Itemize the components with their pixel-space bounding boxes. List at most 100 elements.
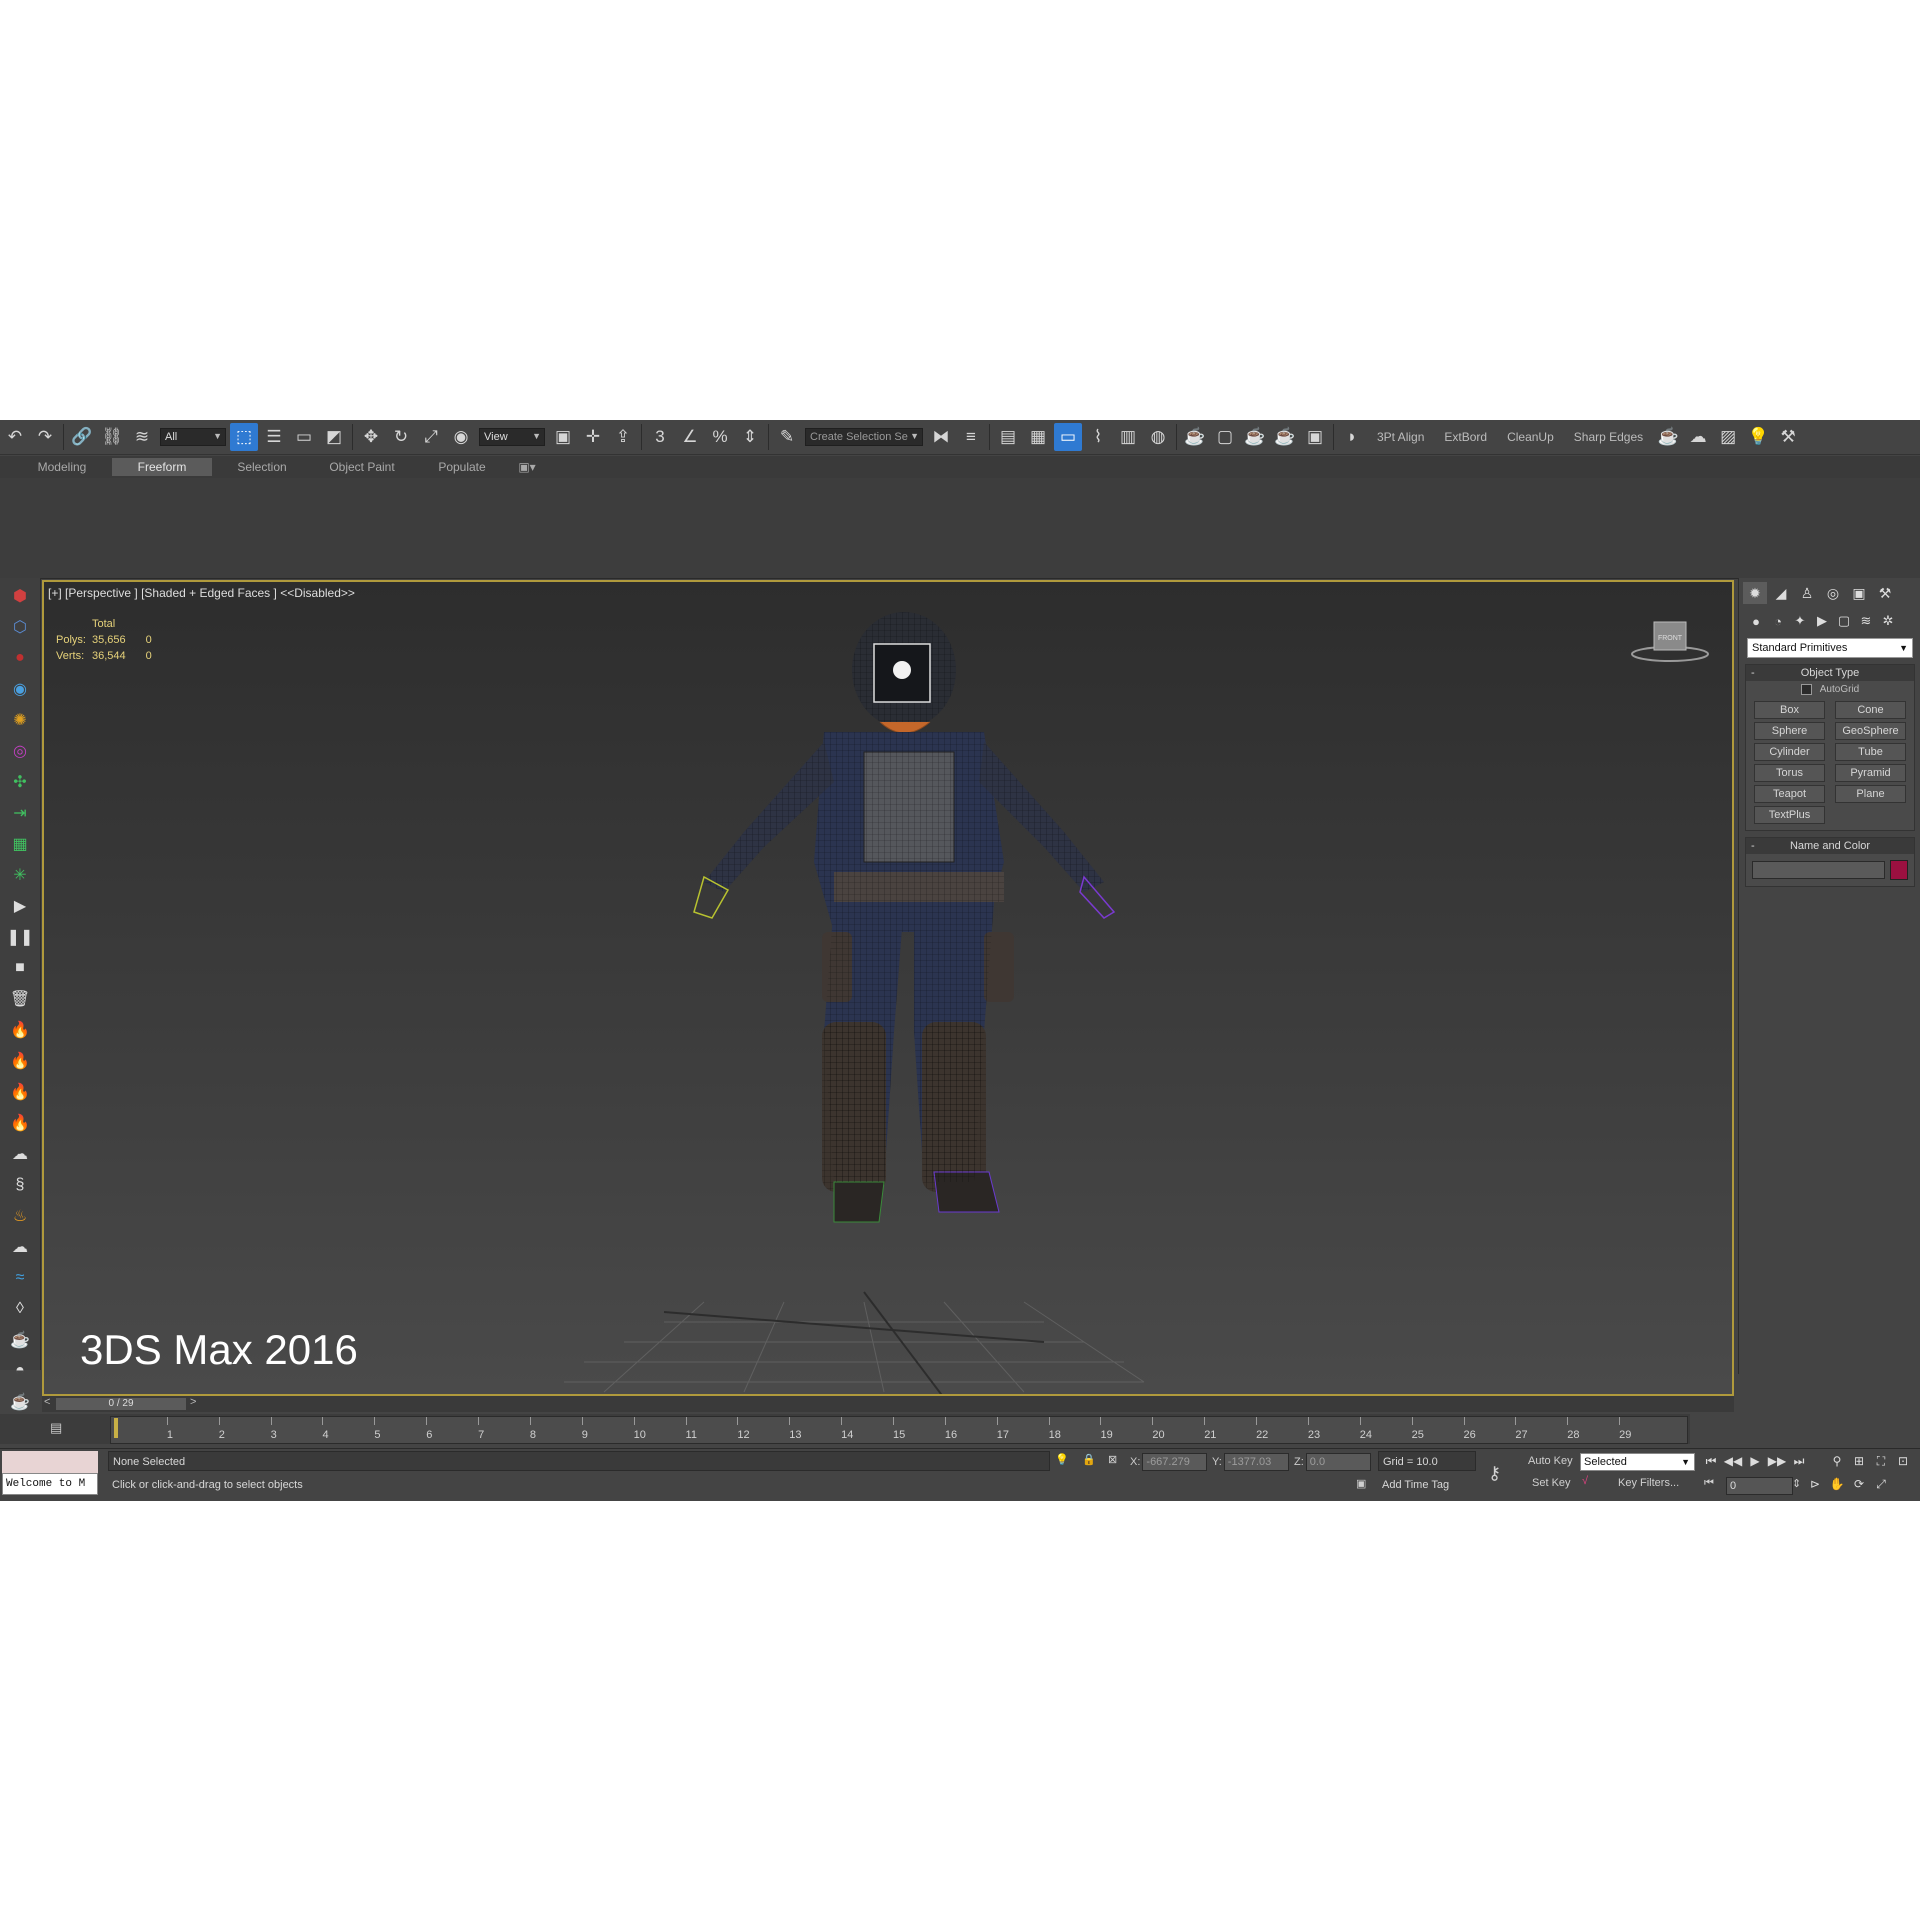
tab-selection[interactable]: Selection	[212, 458, 312, 476]
object-color-swatch[interactable]	[1890, 860, 1908, 880]
material-editor-icon[interactable]: ◍	[1144, 423, 1172, 451]
next-frame-icon[interactable]: ▶▶	[1766, 1450, 1788, 1472]
angle-snap-icon[interactable]: ∠	[676, 423, 704, 451]
maxscript-listener[interactable]: Welcome to M	[2, 1451, 98, 1497]
teapot-button[interactable]: Teapot	[1754, 785, 1825, 803]
render-production-icon[interactable]: ☕	[1241, 423, 1269, 451]
snaps-toggle-icon[interactable]: 3	[646, 423, 674, 451]
frame-spinner-icon[interactable]: ⇕	[1792, 1477, 1801, 1490]
scale-icon[interactable]: ⤢	[417, 423, 445, 451]
go-to-start-icon[interactable]: ⏮	[1700, 1450, 1722, 1472]
lightbulb-icon[interactable]: 💡	[1744, 423, 1772, 451]
time-slider-prev-icon[interactable]: <	[44, 1396, 50, 1408]
orbit-icon[interactable]: ✺	[7, 707, 33, 733]
bowl-icon[interactable]: ◓	[7, 1358, 33, 1384]
maximize-viewport-icon[interactable]: ⤢	[1870, 1473, 1892, 1495]
zoom-all-icon[interactable]: ⊞	[1848, 1450, 1870, 1472]
unlink-icon[interactable]: ⛓	[98, 423, 126, 451]
geometry-icon[interactable]: ●	[1745, 610, 1767, 632]
key-tangent-icon[interactable]: √	[1582, 1475, 1588, 1487]
cup-icon[interactable]: ☕	[7, 1327, 33, 1353]
cone-button[interactable]: Cone	[1835, 701, 1906, 719]
helpers-icon[interactable]: ▢	[1833, 610, 1855, 632]
torus-button[interactable]: Torus	[1754, 764, 1825, 782]
track-bar-ruler[interactable]: 1 2 3 4 5 6 7 8 9 10 11 12 13 14 15 16 17 18 19 20 21 22 23 24 2…	[110, 1416, 1688, 1444]
shapes-icon[interactable]: ◔	[1767, 610, 1789, 632]
render-setup-icon[interactable]: ☕	[1181, 423, 1209, 451]
time-tag-icon[interactable]: ▣	[1356, 1477, 1366, 1490]
hammer-icon[interactable]: ⚒	[1774, 423, 1802, 451]
key-mode-toggle-icon[interactable]: ⏮	[1704, 1477, 1714, 1490]
go-to-end-icon[interactable]: ⏭	[1788, 1450, 1810, 1472]
select-object-icon[interactable]: ⬚	[230, 423, 258, 451]
ring-icon[interactable]: ◎	[7, 738, 33, 764]
flame-icon[interactable]: ♨	[7, 1203, 33, 1229]
pause-icon[interactable]: ❚❚	[7, 924, 34, 950]
arrow-right-icon[interactable]: ⇥	[7, 800, 33, 826]
current-frame-field[interactable]: 0	[1726, 1477, 1793, 1495]
scene-explorer-icon[interactable]: ▦	[1024, 423, 1052, 451]
playhead[interactable]	[114, 1418, 118, 1438]
trash-icon[interactable]: 🗑	[7, 986, 33, 1012]
cleanup-button[interactable]: CleanUp	[1497, 430, 1564, 444]
tab-freeform[interactable]: Freeform	[112, 458, 212, 476]
cameras-icon[interactable]: ▶	[1811, 610, 1833, 632]
lock-icon[interactable]: 🔒	[1082, 1453, 1096, 1466]
link-icon[interactable]: 🔗	[68, 423, 96, 451]
edit-named-selection-icon[interactable]: ✎	[773, 423, 801, 451]
fire-icon[interactable]: 🔥	[7, 1110, 33, 1136]
play-icon[interactable]: ▶	[7, 893, 33, 919]
time-slider-thumb[interactable]: 0 / 29	[56, 1398, 186, 1410]
cloud-icon[interactable]: ☁	[7, 1234, 33, 1260]
liquid-icon[interactable]: ≈	[7, 1265, 33, 1291]
mini-curve-editor-icon[interactable]: ▤	[50, 1420, 62, 1436]
layer-manager-icon[interactable]: ▤	[994, 423, 1022, 451]
rectangular-selection-icon[interactable]: ▭	[290, 423, 318, 451]
hierarchy-tab-icon[interactable]: ♙	[1795, 582, 1819, 604]
fire-icon[interactable]: 🔥	[7, 1048, 33, 1074]
isolate-icon[interactable]: 💡	[1055, 1453, 1069, 1466]
redo-icon[interactable]: ↷	[31, 423, 59, 451]
render-cloud-icon[interactable]: ▣	[1301, 423, 1329, 451]
pivot-center-icon[interactable]: ▣	[549, 423, 577, 451]
gizmo-icon[interactable]: ✣	[7, 769, 33, 795]
key-mode-dropdown[interactable]: Selected ▼	[1580, 1453, 1695, 1471]
auto-key-button[interactable]: Auto Key	[1528, 1455, 1573, 1467]
toggle-ribbon-icon[interactable]: ▭	[1054, 423, 1082, 451]
3pt-align-button[interactable]: 3Pt Align	[1367, 430, 1434, 444]
bucket-icon[interactable]: ◊	[7, 1296, 33, 1322]
add-time-tag-button[interactable]: Add Time Tag	[1378, 1475, 1476, 1495]
image-icon[interactable]: ▨	[1714, 423, 1742, 451]
zoom-icon[interactable]: ⚲	[1826, 1450, 1848, 1472]
move-icon[interactable]: ✥	[357, 423, 385, 451]
motion-tab-icon[interactable]: ◎	[1821, 582, 1845, 604]
object-type-header[interactable]: - Object Type	[1746, 665, 1914, 681]
maxscript-input[interactable]: Welcome to M	[2, 1473, 98, 1495]
astronaut-model[interactable]	[44, 582, 1734, 1396]
burst-icon[interactable]: ✳	[7, 862, 33, 888]
perspective-viewport[interactable]: [+] [Perspective ] [Shaded + Edged Faces…	[42, 580, 1734, 1396]
key-filters-button[interactable]: Key Filters...	[1618, 1477, 1679, 1489]
sphere-icon[interactable]: ●	[7, 645, 33, 671]
select-by-name-icon[interactable]: ☰	[260, 423, 288, 451]
drop-icon[interactable]: ◉	[7, 676, 33, 702]
cube-icon[interactable]: ⬢	[7, 583, 33, 609]
spacewarps-icon[interactable]: ≋	[1855, 610, 1877, 632]
spinner-snap-icon[interactable]: ⇕	[736, 423, 764, 451]
teapot-icon[interactable]: ☕	[1654, 423, 1682, 451]
select-manipulate-icon[interactable]: ✛	[579, 423, 607, 451]
time-slider-next-icon[interactable]: >	[190, 1396, 196, 1408]
sphere-button[interactable]: Sphere	[1754, 722, 1825, 740]
tab-object-paint[interactable]: Object Paint	[312, 458, 412, 476]
cylinder-button[interactable]: Cylinder	[1754, 743, 1825, 761]
undo-icon[interactable]: ↶	[1, 423, 29, 451]
autogrid-checkbox[interactable]	[1800, 683, 1812, 695]
time-slider[interactable]: < 0 / 29 >	[42, 1396, 1734, 1412]
lights-icon[interactable]: ✦	[1789, 610, 1811, 632]
smoke-icon[interactable]: ☁	[7, 1141, 33, 1167]
schematic-view-icon[interactable]: ▥	[1114, 423, 1142, 451]
cube-outline-icon[interactable]: ⬡	[7, 614, 33, 640]
bind-spacewarp-icon[interactable]: ≋	[128, 423, 156, 451]
swirl-icon[interactable]: §	[7, 1172, 33, 1198]
named-selection-dropdown[interactable]: Create Selection Se ▼	[805, 428, 923, 446]
